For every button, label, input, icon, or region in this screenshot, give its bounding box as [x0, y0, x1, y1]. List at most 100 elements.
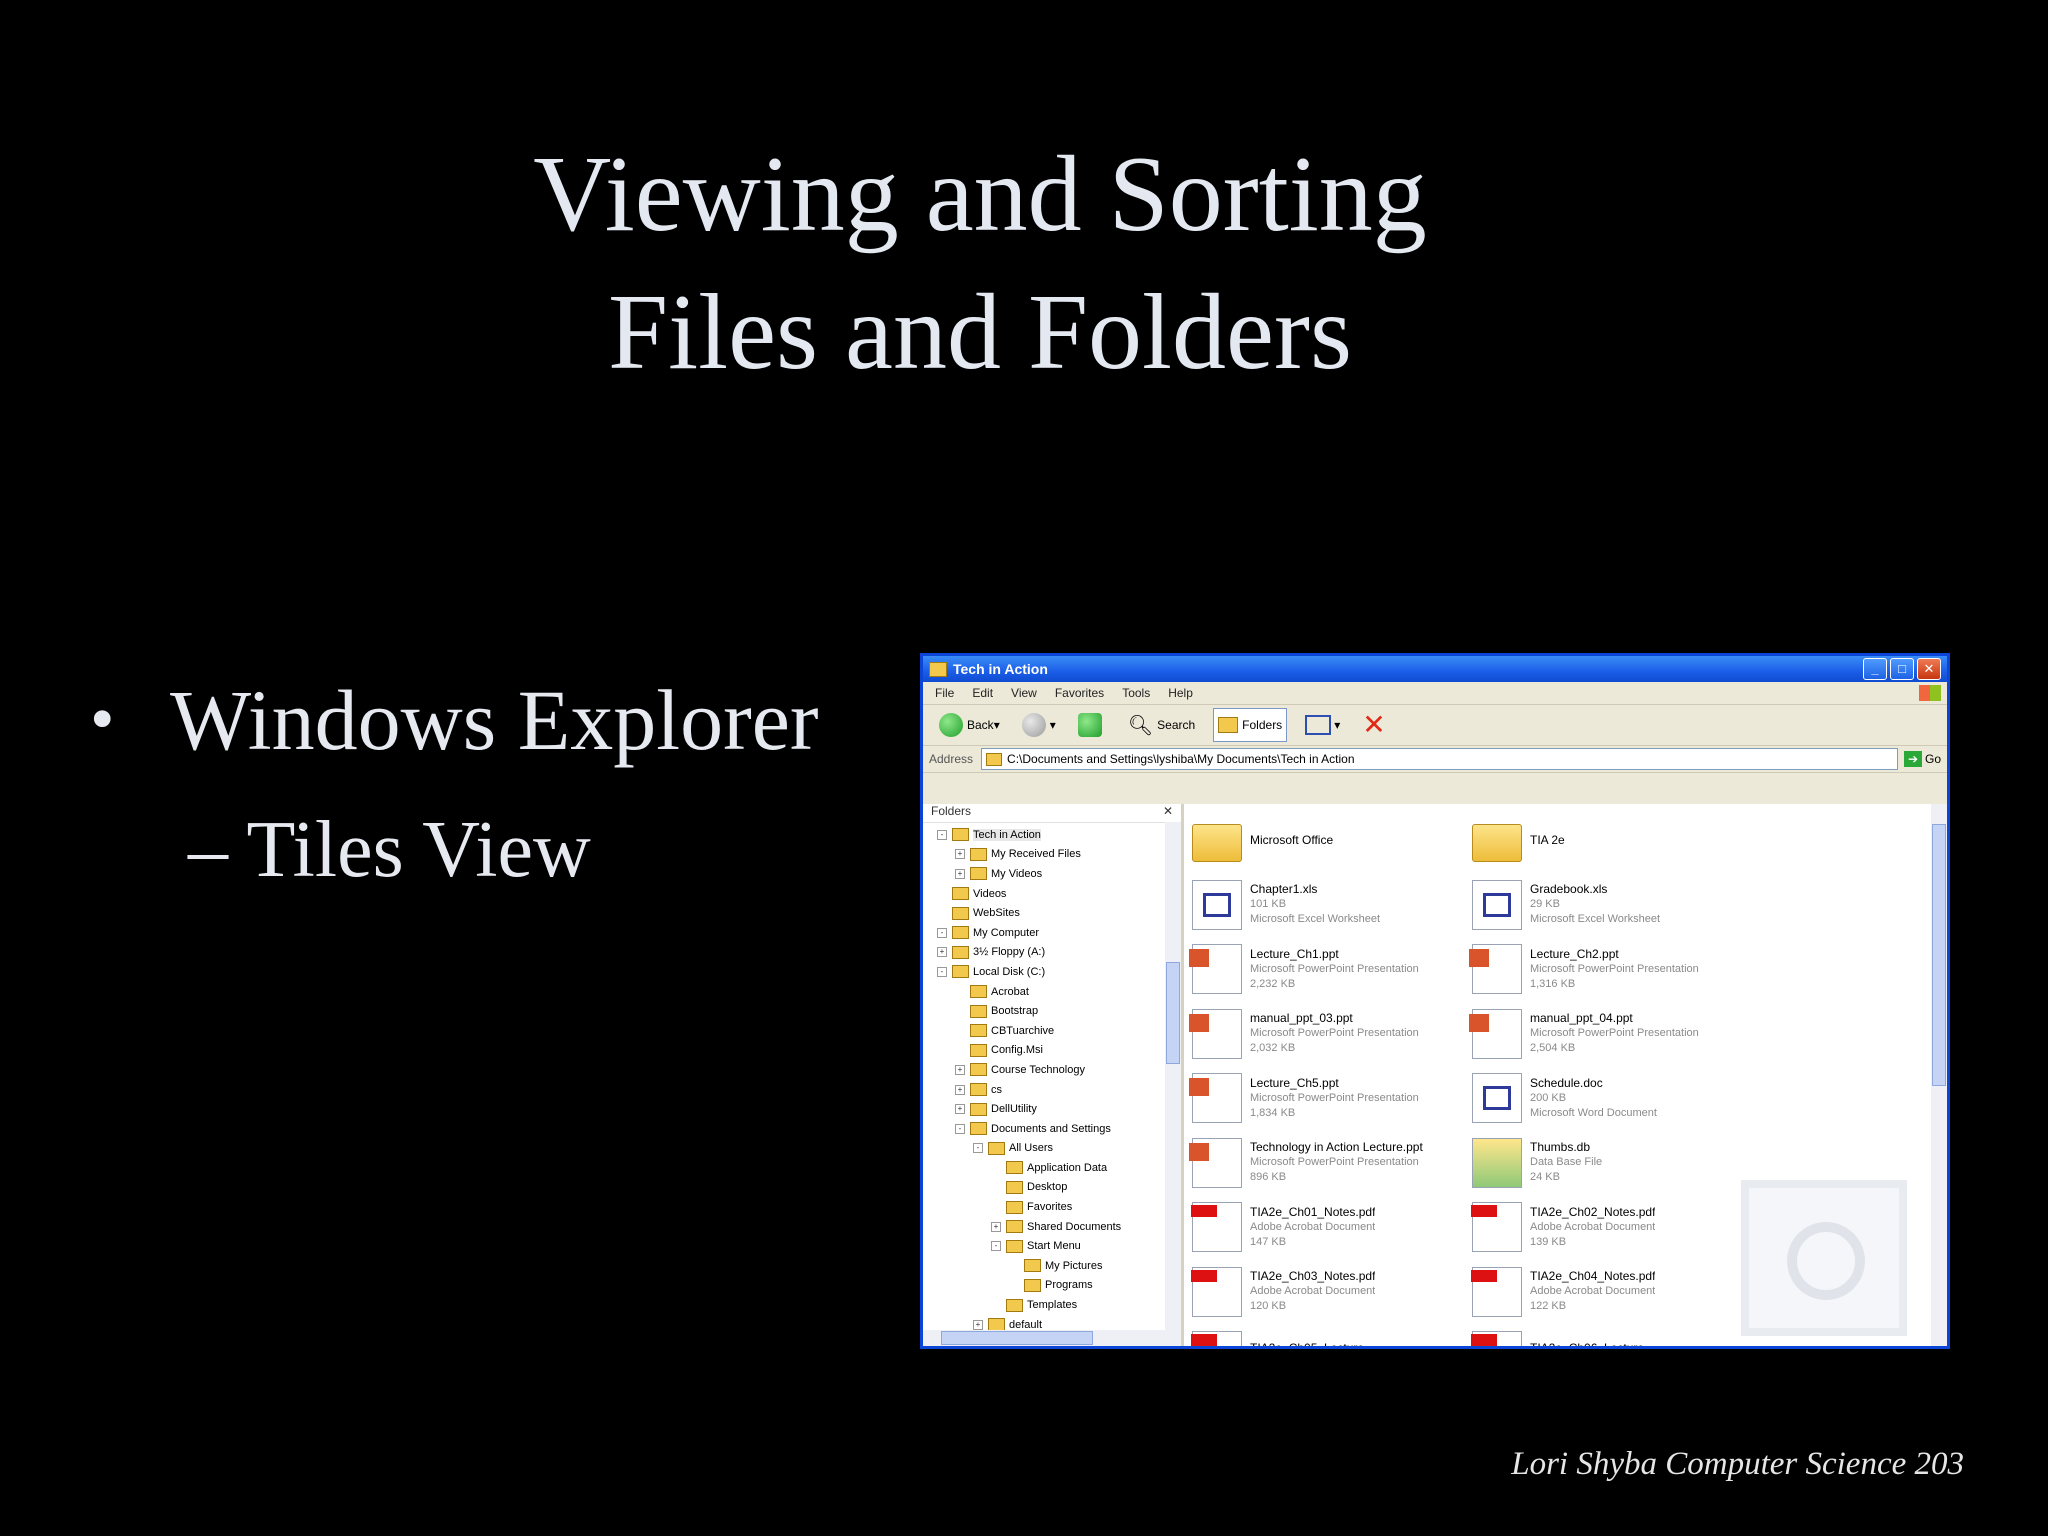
file-tile[interactable]: Microsoft Office [1192, 808, 1472, 873]
collapse-icon[interactable]: - [955, 1123, 965, 1134]
collapse-icon[interactable]: - [937, 829, 947, 840]
file-tile[interactable]: TIA2e_Ch03_Notes.pdf Adobe Acrobat Docume… [1191, 1260, 1472, 1325]
expand-icon[interactable]: + [955, 1084, 965, 1095]
file-tile[interactable]: Gradebook.xls 29 KB Microsoft Excel Worksh… [1472, 873, 1752, 938]
tree-item[interactable]: Config.Msi [923, 1041, 1181, 1061]
files-vertical-scrollbar[interactable] [1931, 804, 1947, 1346]
folders-button[interactable]: Folders [1213, 708, 1288, 742]
tree-item[interactable]: + My Videos [923, 864, 1181, 884]
file-info: Lecture_Ch5.ppt Microsoft PowerPoint Pres… [1250, 1076, 1419, 1121]
tree-item[interactable]: - My Computer [923, 923, 1181, 943]
delete-button[interactable]: ✕ [1358, 709, 1389, 741]
file-tile[interactable]: TIA2e_Ch04_Notes.pdf Adobe Acrobat Docume… [1471, 1260, 1752, 1325]
tree-item[interactable]: Videos [923, 884, 1181, 904]
tree-horizontal-scrollbar[interactable] [923, 1330, 1165, 1346]
file-info: TIA2e_Ch06_LectureAdobe Acrobat Document [1530, 1341, 1655, 1346]
file-meta: Adobe Acrobat Document [1250, 1285, 1376, 1298]
file-tile[interactable]: manual_ppt_03.ppt Microsoft PowerPoint Pr… [1189, 1002, 1472, 1067]
tree-item[interactable]: - All Users [923, 1139, 1181, 1159]
forward-button[interactable]: ▾ [1018, 709, 1060, 741]
collapse-icon[interactable]: - [937, 966, 947, 977]
search-button[interactable]: 🔍︎ Search [1124, 709, 1199, 741]
menu-item[interactable]: Tools [1122, 686, 1150, 700]
file-info: Gradebook.xls 29 KB Microsoft Excel Worksh… [1530, 882, 1660, 927]
expand-icon[interactable]: + [955, 868, 965, 879]
menu-item[interactable]: Favorites [1055, 686, 1104, 700]
file-tile[interactable]: Schedule.doc 200 KB Microsoft Word Documen… [1472, 1066, 1752, 1131]
tree-item[interactable]: + DellUtility [923, 1099, 1181, 1119]
tree-item[interactable]: My Pictures [923, 1256, 1181, 1276]
collapse-icon[interactable]: - [973, 1143, 983, 1154]
back-button[interactable]: Back ▾ [935, 709, 1004, 741]
tree-item[interactable]: Application Data [923, 1158, 1181, 1178]
pdf-file-icon [1191, 1266, 1242, 1317]
tree-item[interactable]: Bootstrap [923, 1001, 1181, 1021]
tree-item[interactable]: - Local Disk (C:) [923, 962, 1181, 982]
tree-item[interactable]: + cs [923, 1080, 1181, 1100]
file-name: Schedule.doc [1530, 1075, 1603, 1090]
tree-item[interactable]: WebSites [923, 903, 1181, 923]
maximize-button[interactable]: □ [1890, 658, 1914, 680]
menu-item[interactable]: File [935, 686, 954, 700]
tree-item[interactable]: Desktop [923, 1178, 1181, 1198]
expand-icon[interactable]: + [973, 1319, 983, 1330]
file-tile[interactable]: TIA 2e [1472, 808, 1752, 873]
tree-item[interactable]: +3½ Floppy (A:) [923, 943, 1181, 963]
collapse-icon[interactable]: - [991, 1241, 1001, 1252]
folder-icon [970, 847, 987, 861]
expand-icon[interactable]: + [955, 1104, 965, 1115]
file-tile[interactable]: Technology in Action Lecture.ppt Microsof… [1189, 1131, 1472, 1196]
file-tile[interactable]: manual_ppt_04.ppt Microsoft PowerPoint Pr… [1469, 1002, 1752, 1067]
tree-item-label: Local Disk (C:) [973, 965, 1046, 978]
scroll-thumb[interactable] [941, 1331, 1093, 1345]
tree-item[interactable]: Programs [923, 1276, 1181, 1296]
tree-vertical-scrollbar[interactable] [1165, 822, 1181, 1346]
scroll-thumb[interactable] [1932, 824, 1946, 1086]
scroll-thumb[interactable] [1166, 962, 1180, 1064]
file-tile[interactable]: TIA2e_Ch06_LectureAdobe Acrobat Document [1471, 1324, 1752, 1346]
file-tile[interactable]: Lecture_Ch5.ppt Microsoft PowerPoint Pres… [1189, 1066, 1472, 1131]
file-info: TIA2e_Ch02_Notes.pdf Adobe Acrobat Docume… [1530, 1205, 1655, 1250]
up-folder-button[interactable] [1074, 709, 1110, 741]
tree-item[interactable]: + Shared Documents [923, 1217, 1181, 1237]
file-tile[interactable]: Lecture_Ch2.ppt Microsoft PowerPoint Pres… [1469, 937, 1752, 1002]
tree-item[interactable]: - Documents and Settings [923, 1119, 1181, 1139]
expand-icon[interactable]: + [991, 1221, 1001, 1232]
file-tile[interactable]: TIA2e_Ch02_Notes.pdf Adobe Acrobat Docume… [1471, 1195, 1752, 1260]
tree-item[interactable]: Acrobat [923, 982, 1181, 1002]
views-button[interactable]: ▾ [1301, 709, 1344, 741]
address-input[interactable]: C:\Documents and Settings\lyshiba\My Doc… [981, 748, 1898, 770]
files-pane: Microsoft Office TIA 2e Chapter1.xls 101 KB… [1184, 804, 1947, 1346]
tree-item[interactable]: + Course Technology [923, 1060, 1181, 1080]
expand-icon[interactable]: + [955, 1064, 965, 1075]
file-tile[interactable]: Thumbs.db Data Base File 24 KB [1472, 1131, 1752, 1196]
folder-icon [1024, 1259, 1041, 1273]
file-tile[interactable]: TIA2e_Ch01_Notes.pdf Adobe Acrobat Docume… [1191, 1195, 1472, 1260]
minimize-button[interactable]: _ [1863, 658, 1887, 680]
expand-icon[interactable]: + [937, 947, 947, 958]
menu-item[interactable]: Help [1168, 686, 1193, 700]
file-name: TIA 2e [1530, 832, 1565, 847]
tree-item-label: Config.Msi [991, 1044, 1043, 1057]
close-button[interactable]: ✕ [1917, 658, 1941, 680]
close-pane-icon[interactable]: ✕ [1163, 804, 1173, 822]
expand-icon[interactable]: + [955, 849, 965, 860]
menu-item[interactable]: Edit [972, 686, 993, 700]
tree-item[interactable]: Favorites [923, 1197, 1181, 1217]
file-tile[interactable]: TIA2e_Ch05_LectureAdobe Acrobat Document [1191, 1324, 1472, 1346]
folder-icon [952, 906, 969, 920]
file-tile[interactable]: Lecture_Ch1.ppt Microsoft PowerPoint Pres… [1189, 937, 1472, 1002]
menu-item[interactable]: View [1011, 686, 1037, 700]
tree-item[interactable]: + My Received Files [923, 845, 1181, 865]
tree-item[interactable]: Templates [923, 1295, 1181, 1315]
window-titlebar[interactable]: Tech in Action _ □ ✕ [923, 656, 1947, 682]
file-tile[interactable]: Chapter1.xls 101 KB Microsoft Excel Worksh… [1192, 873, 1472, 938]
tree-item[interactable]: - Tech in Action [923, 825, 1181, 845]
folder-icon [970, 1102, 987, 1116]
collapse-icon[interactable]: - [937, 927, 947, 938]
go-button[interactable]: ➔ Go [1903, 751, 1941, 767]
tree-item-label: My Pictures [1045, 1259, 1103, 1272]
tree-item[interactable]: - Start Menu [923, 1236, 1181, 1256]
tree-item[interactable]: CBTuarchive [923, 1021, 1181, 1041]
folder-icon [970, 1004, 987, 1018]
